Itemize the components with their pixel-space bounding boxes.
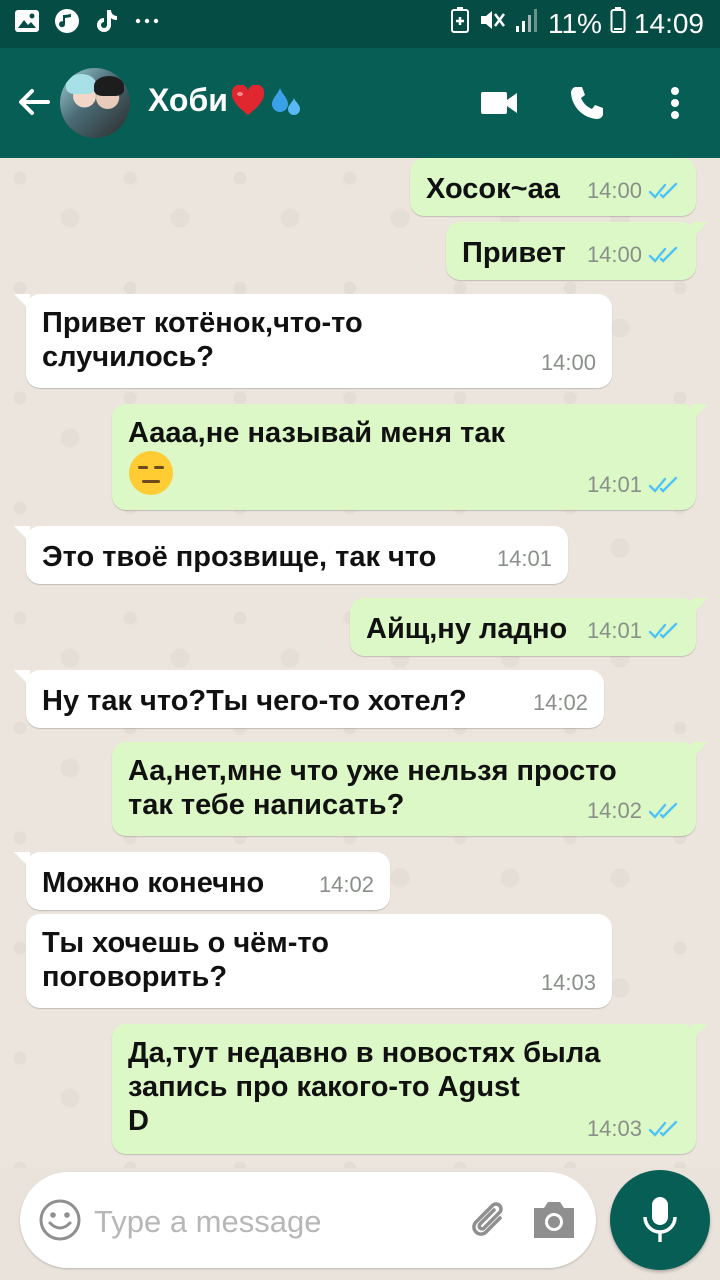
message-text: Хосок~аа bbox=[426, 173, 560, 205]
chat-header: Хоби bbox=[0, 48, 720, 158]
message-meta: 14:03 bbox=[587, 1112, 680, 1146]
sweat-droplets-icon bbox=[268, 83, 304, 119]
message-meta: 14:02 bbox=[533, 686, 588, 720]
message-bubble-outgoing[interactable]: Аааа,не называй меня так 14:01 bbox=[112, 404, 708, 510]
mic-button[interactable] bbox=[610, 1170, 710, 1270]
contact-avatar[interactable] bbox=[60, 68, 130, 138]
message-meta: 14:00 bbox=[541, 346, 596, 380]
mute-icon bbox=[478, 6, 506, 41]
message-meta: 14:02 bbox=[319, 868, 374, 902]
message-text: Аа,нет,мне что уже нельзя просто так теб… bbox=[128, 755, 617, 821]
message-text: Да,тут недавно в новостях была запись пр… bbox=[128, 1037, 601, 1137]
message-time: 14:01 bbox=[586, 472, 642, 497]
battery-saver-icon bbox=[450, 6, 470, 41]
emoji-icon[interactable] bbox=[38, 1198, 82, 1242]
signal-icon bbox=[514, 6, 540, 41]
double-check-read-icon bbox=[648, 182, 678, 199]
message-text: Это твоё прозвище, так что bbox=[42, 541, 437, 573]
message-bubble-outgoing[interactable]: Да,тут недавно в новостях была запись пр… bbox=[112, 1024, 708, 1154]
double-check-read-icon bbox=[648, 246, 678, 263]
message-meta: 14:02 bbox=[587, 794, 680, 828]
message-time: 14:02 bbox=[318, 872, 374, 897]
contact-name-text: Хоби bbox=[148, 82, 228, 118]
message-bubble-incoming[interactable]: Ты хочешь о чём-то поговорить? 14:03 bbox=[26, 914, 612, 1008]
phone-icon[interactable] bbox=[564, 80, 610, 126]
message-time: 14:00 bbox=[586, 178, 642, 203]
message-meta: 14:00 bbox=[587, 238, 680, 272]
message-meta: 14:03 bbox=[541, 966, 596, 1000]
message-time: 14:03 bbox=[586, 1116, 642, 1141]
red-heart-icon bbox=[230, 83, 266, 119]
contact-name[interactable]: Хоби bbox=[148, 82, 304, 119]
clock: 14:09 bbox=[633, 7, 704, 39]
double-check-read-icon bbox=[648, 622, 678, 639]
camera-icon[interactable] bbox=[530, 1198, 578, 1242]
message-bubble-outgoing[interactable]: Хосок~аа 14:00 bbox=[410, 158, 696, 216]
message-text: Ты хочешь о чём-то поговорить? bbox=[42, 927, 329, 993]
message-input[interactable]: Type a message bbox=[94, 1204, 321, 1240]
message-time: 14:00 bbox=[586, 242, 642, 267]
video-call-icon[interactable] bbox=[476, 80, 522, 126]
double-check-read-icon bbox=[648, 802, 678, 819]
message-meta: 14:00 bbox=[587, 174, 680, 208]
attach-icon[interactable] bbox=[466, 1196, 514, 1244]
message-text: Можно конечно bbox=[42, 867, 265, 899]
message-text: Ну так что?Ты чего-то хотел? bbox=[42, 685, 467, 717]
double-check-read-icon bbox=[648, 476, 678, 493]
message-bubble-incoming[interactable]: Ну так что?Ты чего-то хотел? 14:02 bbox=[14, 670, 604, 728]
back-arrow-icon[interactable] bbox=[14, 82, 54, 122]
message-text: Аааа,не называй меня так bbox=[128, 416, 505, 496]
message-text: Привет котёнок,что-то случилось? bbox=[42, 307, 363, 373]
message-bubble-incoming[interactable]: Это твоё прозвище, так что 14:01 bbox=[14, 526, 568, 584]
message-bubble-outgoing[interactable]: Айщ,ну ладно 14:01 bbox=[350, 598, 708, 656]
message-text: Привет bbox=[462, 237, 566, 269]
more-options-icon[interactable] bbox=[652, 80, 698, 126]
message-time: 14:02 bbox=[586, 798, 642, 823]
message-meta: 14:01 bbox=[587, 614, 680, 648]
status-bar: 11% 14:09 bbox=[0, 0, 720, 48]
message-time: 14:03 bbox=[540, 970, 596, 995]
message-time: 14:00 bbox=[540, 350, 596, 375]
double-check-read-icon bbox=[648, 1120, 678, 1137]
music-icon bbox=[54, 8, 80, 34]
message-meta: 14:01 bbox=[587, 468, 680, 502]
message-time: 14:01 bbox=[496, 546, 552, 571]
battery-percent: 11% bbox=[547, 7, 602, 39]
gallery-icon bbox=[14, 8, 40, 34]
message-time: 14:01 bbox=[586, 618, 642, 643]
message-time: 14:02 bbox=[532, 690, 588, 715]
message-text: Айщ,ну ладно bbox=[366, 613, 568, 645]
message-composer: Type a message bbox=[20, 1172, 596, 1268]
message-bubble-outgoing[interactable]: Аа,нет,мне что уже нельзя просто так теб… bbox=[112, 742, 708, 836]
message-bubble-incoming[interactable]: Привет котёнок,что-то случилось? 14:00 bbox=[14, 294, 612, 388]
message-list[interactable]: Хосок~аа 14:00 Привет 14:00 Привет котён… bbox=[0, 158, 720, 1168]
more-notifications-icon bbox=[134, 8, 160, 34]
message-bubble-outgoing[interactable]: Привет 14:00 bbox=[446, 222, 708, 280]
mic-icon bbox=[643, 1197, 677, 1242]
expressionless-face-icon bbox=[129, 451, 173, 495]
tiktok-icon bbox=[94, 8, 120, 34]
message-meta: 14:01 bbox=[497, 542, 552, 576]
battery-icon bbox=[610, 6, 626, 41]
message-bubble-incoming[interactable]: Можно конечно 14:02 bbox=[14, 852, 390, 910]
